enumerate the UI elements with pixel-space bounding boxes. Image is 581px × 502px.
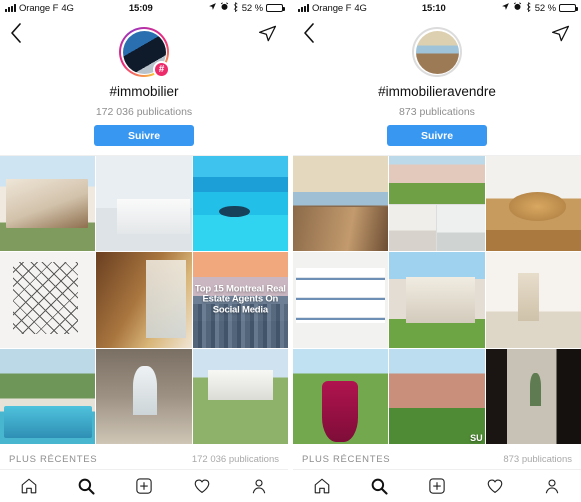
tab-search[interactable] — [368, 475, 390, 497]
tab-home[interactable] — [311, 475, 333, 497]
network-type-label: 4G — [354, 2, 367, 14]
post-thumbnail[interactable] — [192, 156, 288, 252]
post-thumbnail[interactable] — [485, 348, 581, 445]
post-thumbnail[interactable]: Top 15 Montreal Real Estate Agents On So… — [192, 252, 288, 348]
post-thumbnail[interactable] — [96, 156, 192, 252]
recent-section-count: 873 publications — [503, 454, 572, 466]
post-image — [293, 156, 389, 252]
location-arrow-icon — [208, 2, 217, 14]
post-image — [96, 156, 192, 252]
post-image — [96, 252, 192, 348]
post-image — [0, 348, 96, 445]
post-image — [485, 348, 581, 445]
post-thumbnail[interactable] — [192, 348, 288, 445]
post-thumbnail[interactable] — [0, 252, 96, 348]
dual-screenshot-stage: Orange F 4G 15:09 52 % # #immobilier 172… — [0, 0, 581, 502]
publication-count: 172 036 publications — [95, 106, 193, 118]
battery-icon — [266, 4, 285, 12]
tab-search[interactable] — [75, 475, 97, 497]
carrier-label: Orange F — [19, 2, 59, 14]
right-status-bar: Orange F 4G 15:10 52 % — [293, 0, 581, 16]
clock-label: 15:10 — [421, 2, 446, 14]
left-phone-screen: Orange F 4G 15:09 52 % # #immobilier 172… — [0, 0, 288, 502]
post-image — [485, 252, 581, 348]
avatar[interactable] — [412, 27, 462, 77]
recent-section-count: 172 036 publications — [191, 454, 279, 466]
post-thumbnail-sub[interactable] — [389, 205, 437, 252]
post-image — [0, 252, 96, 348]
post-thumbnail-sub[interactable] — [437, 205, 485, 252]
battery-percent-label: 52 % — [241, 2, 263, 14]
carrier-label: Orange F — [312, 2, 352, 14]
page-title: #immobilieravendre — [378, 84, 496, 99]
battery-icon — [559, 4, 578, 12]
post-image — [293, 252, 389, 348]
post-thumbnail[interactable] — [96, 348, 192, 445]
post-image — [96, 348, 192, 445]
tab-home[interactable] — [18, 475, 40, 497]
post-image — [0, 156, 96, 252]
back-button[interactable] — [303, 23, 323, 43]
post-overlay-text: Top 15 Montreal Real Estate Agents On So… — [194, 283, 286, 316]
tab-new-post[interactable] — [426, 475, 448, 497]
post-image — [293, 348, 389, 445]
right-tab-bar — [293, 469, 581, 502]
tab-profile[interactable] — [248, 475, 270, 497]
recent-section-label: PLUS RÉCENTES — [9, 454, 98, 466]
direct-share-icon[interactable] — [549, 22, 571, 44]
left-tab-bar — [0, 469, 288, 502]
post-thumbnail[interactable] — [293, 348, 389, 445]
hashtag-badge: # — [153, 61, 170, 78]
post-image — [389, 252, 485, 348]
post-thumbnail[interactable]: SU — [389, 348, 485, 445]
tab-activity[interactable] — [191, 475, 213, 497]
avatar[interactable]: # — [119, 27, 170, 78]
post-thumbnail-sub[interactable] — [389, 156, 485, 205]
left-profile-header: # #immobilier 172 036 publications Suivr… — [0, 27, 288, 156]
left-status-bar: Orange F 4G 15:09 52 % — [0, 0, 288, 16]
bluetooth-icon — [525, 1, 532, 15]
follow-button[interactable]: Suivre — [387, 125, 487, 146]
post-thumbnail[interactable] — [0, 348, 96, 445]
alarm-clock-icon — [513, 2, 522, 14]
publication-count: 873 publications — [399, 106, 475, 118]
recent-section-label: PLUS RÉCENTES — [302, 454, 391, 466]
avatar-image — [415, 30, 459, 74]
page-title: #immobilier — [109, 84, 179, 99]
battery-percent-label: 52 % — [534, 2, 556, 14]
left-top-posts-grid: Top 15 Montreal Real Estate Agents On So… — [0, 156, 288, 445]
post-thumbnail[interactable] — [0, 156, 96, 252]
location-arrow-icon — [501, 2, 510, 14]
right-phone-screen: Orange F 4G 15:10 52 % #immobilieravendr… — [293, 0, 581, 502]
post-thumbnail[interactable] — [293, 156, 389, 252]
post-image — [389, 348, 485, 445]
post-thumbnail[interactable] — [293, 252, 389, 348]
back-button[interactable] — [10, 23, 30, 43]
post-image — [192, 156, 288, 252]
right-top-posts-grid: SU — [293, 156, 581, 445]
post-thumbnail[interactable] — [389, 156, 485, 252]
bluetooth-icon — [232, 1, 239, 15]
signal-strength-icon — [298, 4, 309, 12]
tab-activity[interactable] — [484, 475, 506, 497]
post-thumbnail[interactable] — [96, 252, 192, 348]
post-thumbnail[interactable] — [485, 252, 581, 348]
tab-new-post[interactable] — [133, 475, 155, 497]
network-type-label: 4G — [61, 2, 74, 14]
tab-profile[interactable] — [541, 475, 563, 497]
post-image — [192, 348, 288, 445]
alarm-clock-icon — [220, 2, 229, 14]
post-corner-text: SU — [470, 433, 483, 444]
follow-button[interactable]: Suivre — [94, 125, 194, 146]
post-thumbnail[interactable] — [485, 156, 581, 252]
right-profile-header: #immobilieravendre 873 publications Suiv… — [293, 27, 581, 156]
signal-strength-icon — [5, 4, 16, 12]
clock-label: 15:09 — [128, 2, 153, 14]
post-image — [485, 156, 581, 252]
direct-share-icon[interactable] — [256, 22, 278, 44]
post-thumbnail[interactable] — [389, 252, 485, 348]
